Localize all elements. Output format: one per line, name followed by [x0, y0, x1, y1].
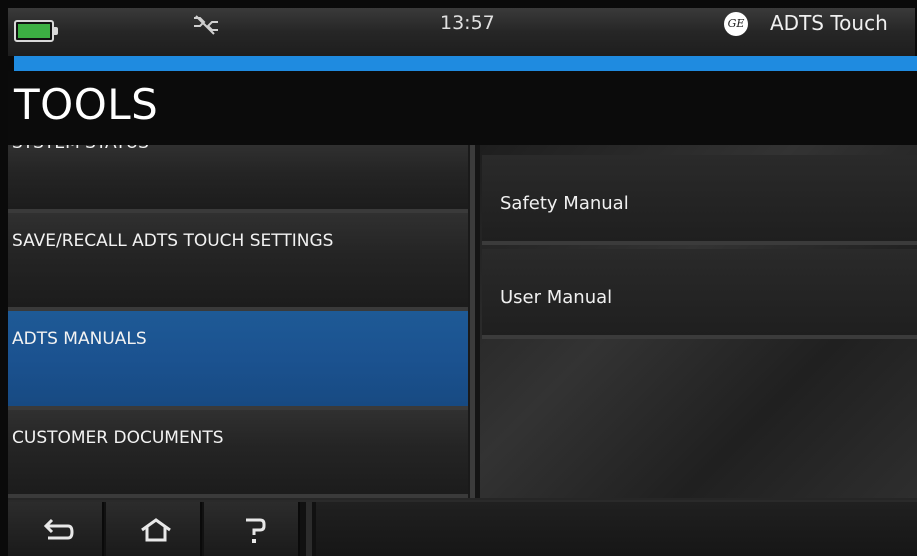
- link-disconnected-icon: [194, 15, 218, 35]
- menu-item-label: SAVE/RECALL ADTS TOUCH SETTINGS: [12, 231, 334, 251]
- ge-logo: GE: [724, 12, 748, 36]
- help-button[interactable]: [204, 502, 300, 556]
- home-icon: [141, 518, 171, 542]
- menu-item-system-status[interactable]: SYSTEM STATUS: [8, 145, 468, 213]
- menu-item-label: SYSTEM STATUS: [12, 145, 149, 153]
- back-arrow-icon: [43, 518, 74, 540]
- submenu-item-user-manual[interactable]: User Manual: [482, 249, 917, 339]
- submenu-item-safety-manual[interactable]: Safety Manual: [482, 155, 917, 245]
- battery-level-fill: [18, 24, 50, 38]
- nav-separator: [306, 502, 312, 556]
- back-button[interactable]: [8, 502, 104, 556]
- menu-item-label: ADTS MANUALS: [12, 329, 147, 349]
- menu-item-save-recall-settings[interactable]: SAVE/RECALL ADTS TOUCH SETTINGS: [8, 213, 468, 311]
- device-name: ADTS Touch: [770, 11, 888, 35]
- nav-bar-empty-area: [316, 502, 917, 556]
- clock-time: 13:57: [440, 12, 495, 34]
- menu-item-customer-documents[interactable]: CUSTOMER DOCUMENTS: [8, 410, 468, 498]
- submenu-item-label: User Manual: [500, 287, 613, 308]
- submenu-item-label: Safety Manual: [500, 193, 629, 214]
- home-button[interactable]: [106, 502, 202, 556]
- page-title: TOOLS: [14, 80, 159, 129]
- menu-item-label: CUSTOMER DOCUMENTS: [12, 428, 224, 448]
- battery-icon: [8, 8, 68, 56]
- menu-item-adts-manuals[interactable]: ADTS MANUALS: [8, 311, 468, 410]
- help-icon: [246, 518, 266, 543]
- accent-strip: [14, 56, 917, 71]
